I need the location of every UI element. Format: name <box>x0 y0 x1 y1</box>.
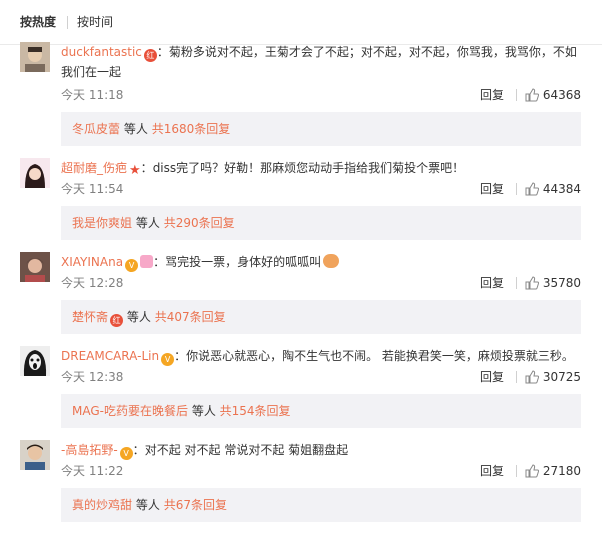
comment-meta: 今天 12:28 回复 35780 <box>61 273 581 293</box>
star-badge-icon: ★ <box>129 163 141 178</box>
vip-badge-icon: V <box>161 353 175 366</box>
reply-summary-count[interactable]: 共1680条回复 <box>152 122 231 136</box>
comment-username[interactable]: DREAMCARA-Lin <box>61 349 159 363</box>
comment-text: 你说恶心就恶心，陶不生气也不闹。 若能换君笑一笑，麻烦投票就三秒。 <box>186 349 574 363</box>
reply-summary[interactable]: 楚怀斋红 等人 共407条回复 <box>61 300 581 334</box>
reply-summary-user[interactable]: 冬瓜皮蕾 <box>72 122 120 136</box>
meta-divider <box>516 371 517 383</box>
meta-divider <box>516 183 517 195</box>
reply-summary-label: 等人 <box>135 216 160 230</box>
avatar[interactable] <box>20 158 50 188</box>
sort-by-hot-tab[interactable]: 按热度 <box>20 14 56 30</box>
reply-summary-label: 等人 <box>191 404 216 418</box>
reply-summary-user[interactable]: 真的炒鸡甜 <box>72 498 132 512</box>
like-button[interactable]: 27180 <box>525 461 581 481</box>
reply-summary-label: 等人 <box>135 498 160 512</box>
comment-line: duckfantastic 红：菊粉多说对不起，王菊才会了不起；对不起，对不起，你… <box>61 42 581 82</box>
comment-username[interactable]: duckfantastic <box>61 45 142 59</box>
comment-username[interactable]: -高島拓野- <box>61 443 118 457</box>
comment-text: 骂完投一票，身体好的呱呱叫 <box>165 255 322 269</box>
vip-badge-icon: V <box>125 259 139 272</box>
comment-text: 菊粉多说对不起，王菊才会了不起；对不起，对不起，你骂我，我骂你，不如 <box>168 45 577 59</box>
comment-time: 今天 11:54 <box>61 182 124 196</box>
meta-divider <box>516 89 517 101</box>
reply-summary-count[interactable]: 共407条回复 <box>155 310 226 324</box>
comment-meta: 今天 11:54 回复 44384 <box>61 179 581 199</box>
reply-summary-label: 等人 <box>123 122 148 136</box>
comment-colon: ： <box>156 45 169 59</box>
thumbs-up-icon <box>525 370 539 384</box>
reply-summary-user[interactable]: 楚怀斋 <box>72 310 108 324</box>
meta-divider <box>516 277 517 289</box>
avatar[interactable] <box>20 252 50 282</box>
comment-line: -高島拓野- V ：对不起 对不起 常说对不起 菊姐翻盘起 <box>61 440 581 460</box>
fan-badge-icon <box>140 255 154 268</box>
comment-colon: ： <box>174 349 187 363</box>
reply-summary[interactable]: 真的炒鸡甜 等人 共67条回复 <box>61 488 581 522</box>
reply-summary-count[interactable]: 共290条回复 <box>164 216 235 230</box>
comment-item: XIAYINAna V ：骂完投一票，身体好的呱呱叫 今天 12:28 回复 357… <box>0 252 602 346</box>
comment-time: 今天 12:38 <box>61 370 124 384</box>
like-count: 35780 <box>542 276 581 290</box>
comment-item: -高島拓野- V ：对不起 对不起 常说对不起 菊姐翻盘起 今天 11:22 回复 … <box>0 440 602 534</box>
reply-summary[interactable]: 我是你爽姐 等人 共290条回复 <box>61 206 581 240</box>
comment-meta: 今天 12:38 回复 30725 <box>61 367 581 387</box>
comment-time: 今天 11:18 <box>61 88 124 102</box>
reply-summary[interactable]: 冬瓜皮蕾 等人 共1680条回复 <box>61 112 581 146</box>
comment-meta: 今天 11:18 回复 64368 <box>61 85 581 105</box>
sort-bar: 按热度 按时间 <box>0 0 602 45</box>
comment-line: DREAMCARA-Lin V ：你说恶心就恶心，陶不生气也不闹。 若能换君笑一笑，… <box>61 346 581 366</box>
comment-username[interactable]: XIAYINAna <box>61 255 123 269</box>
like-count: 64368 <box>542 88 581 102</box>
comment-username[interactable]: 超耐磨_伤疤 <box>61 161 127 175</box>
comment-time: 今天 12:28 <box>61 276 124 290</box>
like-button[interactable]: 44384 <box>525 179 581 199</box>
sort-divider <box>67 16 68 29</box>
like-button[interactable]: 30725 <box>525 367 581 387</box>
comment-time: 今天 11:22 <box>61 464 124 478</box>
comment-item: duckfantastic 红：菊粉多说对不起，王菊才会了不起；对不起，对不起，你… <box>0 42 602 146</box>
thumbs-up-icon <box>525 182 539 196</box>
comment-colon: ： <box>140 161 153 175</box>
comment-item: DREAMCARA-Lin V ：你说恶心就恶心，陶不生气也不闹。 若能换君笑一笑，… <box>0 346 602 440</box>
avatar[interactable] <box>20 440 50 470</box>
reply-button[interactable]: 回复 <box>480 367 504 387</box>
reply-button[interactable]: 回复 <box>480 273 504 293</box>
sort-by-time-tab[interactable]: 按时间 <box>77 14 113 30</box>
comment-line: XIAYINAna V ：骂完投一票，身体好的呱呱叫 <box>61 252 581 272</box>
reply-summary-label: 等人 <box>126 310 151 324</box>
avatar[interactable] <box>20 42 50 72</box>
comment-text: 对不起 对不起 常说对不起 菊姐翻盘起 <box>144 443 349 457</box>
reply-button[interactable]: 回复 <box>480 461 504 481</box>
like-count: 30725 <box>542 370 581 384</box>
avatar[interactable] <box>20 346 50 376</box>
comment-item: 超耐磨_伤疤 ★：diss完了吗？好勒！那麻烦您动动手指给我们菊投个票吧！ 今天 … <box>0 158 602 252</box>
comment-meta: 今天 11:22 回复 27180 <box>61 461 581 481</box>
reply-summary-count[interactable]: 共154条回复 <box>220 404 291 418</box>
meta-divider <box>516 465 517 477</box>
reply-button[interactable]: 回复 <box>480 85 504 105</box>
comment-text-continued: 我们在一起 <box>61 65 122 79</box>
member-badge-icon: 红 <box>143 49 157 62</box>
member-badge-icon: 红 <box>110 314 124 327</box>
reply-summary-user[interactable]: 我是你爽姐 <box>72 216 132 230</box>
comment-text: diss完了吗？好勒！那麻烦您动动手指给我们菊投个票吧！ <box>152 161 465 175</box>
emoji-icon <box>323 254 340 268</box>
like-count: 44384 <box>542 182 581 196</box>
thumbs-up-icon <box>525 88 539 102</box>
thumbs-up-icon <box>525 276 539 290</box>
comment-colon: ： <box>153 255 166 269</box>
like-button[interactable]: 64368 <box>525 85 581 105</box>
like-button[interactable]: 35780 <box>525 273 581 293</box>
vip-badge-icon: V <box>119 447 133 460</box>
reply-button[interactable]: 回复 <box>480 179 504 199</box>
reply-summary-count[interactable]: 共67条回复 <box>164 498 227 512</box>
thumbs-up-icon <box>525 464 539 478</box>
reply-summary-user[interactable]: MAG-吃药要在晚餐后 <box>72 404 188 418</box>
reply-summary[interactable]: MAG-吃药要在晚餐后 等人 共154条回复 <box>61 394 581 428</box>
comment-line: 超耐磨_伤疤 ★：diss完了吗？好勒！那麻烦您动动手指给我们菊投个票吧！ <box>61 158 581 178</box>
like-count: 27180 <box>542 464 581 478</box>
comment-colon: ： <box>132 443 145 457</box>
